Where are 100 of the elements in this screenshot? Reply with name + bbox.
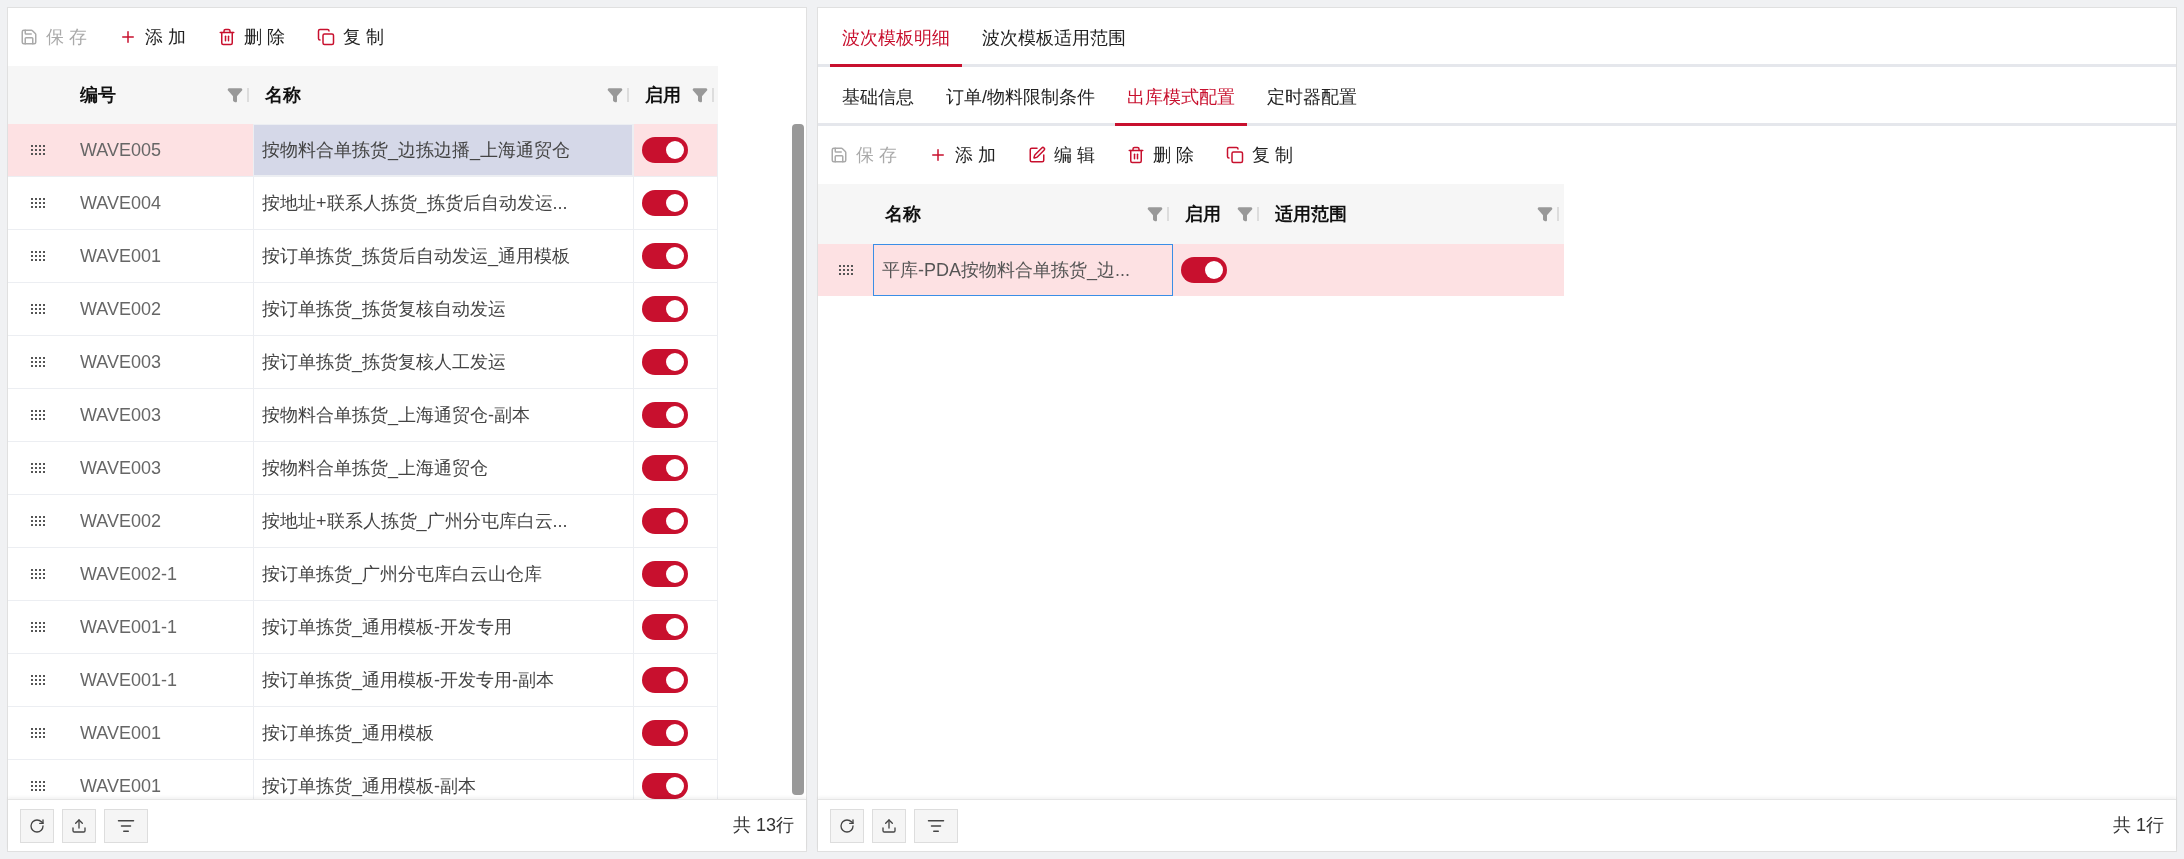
table-row[interactable]: WAVE001-1 按订单拣货_通用模板-开发专用: [8, 601, 718, 654]
toggle-switch[interactable]: [642, 137, 688, 163]
table-row[interactable]: WAVE003 按订单拣货_拣货复核人工发运: [8, 336, 718, 389]
filter-icon[interactable]: [227, 87, 243, 103]
table-row[interactable]: WAVE003 按物料合单拣货_上海通贸仓-副本: [8, 389, 718, 442]
toggle-switch[interactable]: [642, 296, 688, 322]
plus-icon: [929, 146, 947, 164]
drag-handle-icon[interactable]: [838, 265, 853, 275]
table-cell-text: 按物料合单拣货_上海通贸仓: [262, 456, 488, 481]
refresh-button[interactable]: [20, 808, 54, 843]
drag-handle-icon[interactable]: [31, 569, 45, 579]
toggle-switch[interactable]: [642, 190, 688, 216]
drag-handle-icon[interactable]: [31, 251, 45, 261]
table-cell-text: WAVE003: [80, 350, 162, 374]
table-cell-text: 按订单拣货_通用模板-开发专用: [262, 615, 512, 640]
plus-icon: [119, 28, 137, 46]
toggle-switch[interactable]: [642, 667, 688, 693]
trash-icon: [1127, 146, 1146, 164]
table-row[interactable]: WAVE004 按地址+联系人拣货_拣货后自动发运...: [8, 177, 718, 230]
table-cell-text: 按订单拣货_拣货复核人工发运: [262, 350, 506, 375]
refresh-button[interactable]: [830, 808, 864, 843]
table-cell-text: WAVE001-1: [80, 615, 178, 639]
table-cell-text: 按地址+联系人拣货_广州分屯库白云...: [262, 509, 568, 534]
toggle-switch[interactable]: [642, 508, 688, 534]
column-header: 适用范围: [1275, 202, 1347, 226]
table-cell-text: 按物料合单拣货_上海通贸仓-副本: [262, 403, 530, 428]
table-cell-text: 按订单拣货_拣货复核自动发运: [262, 297, 506, 322]
table-cell-text: 按订单拣货_通用模板-开发专用-副本: [262, 668, 554, 693]
toggle-switch[interactable]: [642, 349, 688, 375]
table-cell-text: 平库-PDA按物料合单拣货_边...: [882, 258, 1131, 283]
refresh-icon: [29, 817, 45, 834]
drag-handle-icon[interactable]: [31, 357, 45, 367]
filter-button[interactable]: [104, 808, 148, 843]
tab[interactable]: 定时器配置: [1255, 84, 1369, 126]
tab[interactable]: 基础信息: [830, 84, 926, 126]
table-cell-text: 按订单拣货_通用模板: [262, 721, 434, 746]
filter-icon[interactable]: [607, 87, 623, 103]
table-cell-text: WAVE002-1: [80, 562, 178, 586]
toggle-switch[interactable]: [642, 402, 688, 428]
row-count: 共 1行: [2113, 814, 2164, 837]
delete-button[interactable]: 删 除: [1127, 141, 1195, 169]
toggle-switch[interactable]: [642, 243, 688, 269]
add-button[interactable]: 添 加: [929, 141, 997, 169]
drag-handle-icon[interactable]: [31, 304, 45, 314]
table-row[interactable]: WAVE001 按订单拣货_通用模板: [8, 707, 718, 760]
copy-button[interactable]: 复 制: [317, 23, 385, 51]
drag-handle-icon[interactable]: [31, 410, 45, 420]
edit-icon: [1028, 146, 1047, 164]
filter-icon[interactable]: [1147, 206, 1163, 222]
drag-handle-icon[interactable]: [31, 781, 45, 791]
trash-icon: [218, 28, 237, 46]
table-cell-text: WAVE001: [80, 721, 162, 745]
table-row[interactable]: WAVE002-1 按订单拣货_广州分屯库白云山仓库: [8, 548, 718, 601]
toggle-switch[interactable]: [1181, 257, 1227, 283]
table-cell-text: 按订单拣货_拣货后自动发运_通用模板: [262, 244, 571, 269]
table-row[interactable]: 平库-PDA按物料合单拣货_边...: [818, 244, 1564, 296]
tab[interactable]: 波次模板适用范围: [970, 25, 1138, 67]
toggle-switch[interactable]: [642, 455, 688, 481]
table-cell-text: 按物料合单拣货_边拣边播_上海通贸仓: [262, 138, 571, 163]
table-row[interactable]: WAVE001 按订单拣货_拣货后自动发运_通用模板: [8, 230, 718, 283]
drag-handle-icon[interactable]: [31, 622, 45, 632]
toggle-switch[interactable]: [642, 773, 688, 799]
row-count: 共 13行: [732, 814, 794, 837]
column-header: 启用: [1185, 202, 1221, 226]
drag-handle-icon[interactable]: [31, 198, 45, 208]
column-header: 启用: [645, 83, 681, 107]
table-row[interactable]: WAVE002 按地址+联系人拣货_广州分屯库白云...: [8, 495, 718, 548]
table-row[interactable]: WAVE002 按订单拣货_拣货复核自动发运: [8, 283, 718, 336]
delete-button[interactable]: 删 除: [218, 23, 286, 51]
export-button[interactable]: [62, 808, 96, 843]
filter-button[interactable]: [914, 808, 958, 843]
export-button[interactable]: [872, 808, 906, 843]
toggle-switch[interactable]: [642, 720, 688, 746]
filter-icon[interactable]: [1237, 206, 1253, 222]
copy-button[interactable]: 复 制: [1226, 141, 1294, 169]
drag-handle-icon[interactable]: [31, 728, 45, 738]
table-row[interactable]: WAVE003 按物料合单拣货_上海通贸仓: [8, 442, 718, 495]
table-cell-text: WAVE003: [80, 456, 162, 480]
filter-icon[interactable]: [1537, 206, 1553, 222]
filter-icon[interactable]: [692, 87, 708, 103]
table-cell-text: WAVE005: [80, 138, 162, 162]
table-cell-text: WAVE004: [80, 191, 162, 215]
table-row[interactable]: WAVE001-1 按订单拣货_通用模板-开发专用-副本: [8, 654, 718, 707]
table-cell-text: 按订单拣货_广州分屯库白云山仓库: [262, 562, 542, 587]
table-cell-text: WAVE002: [80, 297, 162, 321]
toggle-switch[interactable]: [642, 614, 688, 640]
table-cell-text: WAVE001-1: [80, 668, 178, 692]
table-cell-text: WAVE001: [80, 774, 162, 798]
edit-button[interactable]: 编 辑: [1028, 141, 1096, 169]
add-button[interactable]: 添 加: [119, 23, 187, 51]
table-row[interactable]: WAVE005 按物料合单拣货_边拣边播_上海通贸仓: [8, 124, 718, 177]
toggle-switch[interactable]: [642, 561, 688, 587]
drag-handle-icon[interactable]: [31, 145, 45, 155]
scrollbar-thumb[interactable]: [791, 124, 804, 795]
drag-handle-icon[interactable]: [31, 463, 45, 473]
tab[interactable]: 订单/物料限制条件: [934, 84, 1107, 126]
drag-handle-icon[interactable]: [31, 516, 45, 526]
save-icon: [20, 28, 38, 46]
column-header: 名称: [885, 202, 921, 226]
drag-handle-icon[interactable]: [31, 675, 45, 685]
